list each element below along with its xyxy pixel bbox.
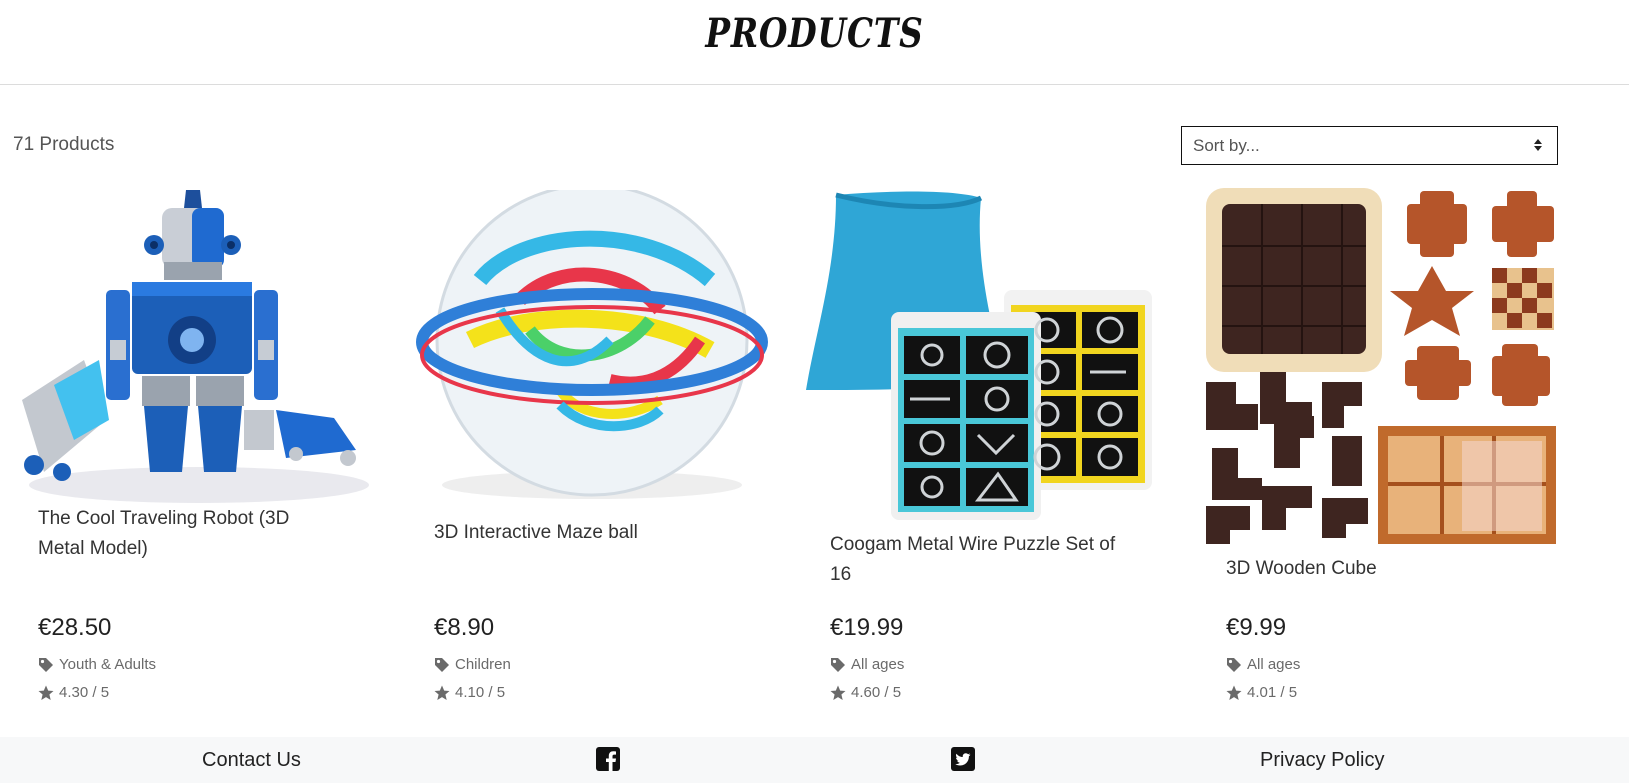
star-icon (38, 685, 54, 700)
product-name[interactable]: 3D Interactive Maze ball (434, 518, 724, 548)
page-header: PRODUCTS (0, 0, 1629, 85)
star-icon (830, 685, 846, 700)
product-name[interactable]: The Cool Traveling Robot (3D Metal Model… (38, 504, 328, 564)
product-age-group: Children (455, 656, 511, 673)
tag-icon (1227, 657, 1241, 672)
star-icon (1226, 685, 1242, 700)
product-age-group: All ages (851, 656, 905, 673)
tag-icon (39, 657, 53, 672)
facebook-icon[interactable] (596, 747, 620, 771)
product-count: 71 Products (13, 134, 115, 155)
sort-select-value: Sort by... (1193, 136, 1260, 155)
maze-ball-image[interactable] (410, 190, 770, 520)
product-category[interactable]: Children (434, 656, 511, 673)
product-name[interactable]: 3D Wooden Cube (1226, 554, 1516, 584)
product-category[interactable]: All ages (830, 656, 904, 673)
product-rating: 4.30 / 5 (38, 684, 109, 701)
product-price: €8.90 (434, 614, 495, 641)
privacy-policy-link[interactable]: Privacy Policy (1260, 749, 1384, 772)
product-card[interactable]: 3D Wooden Cube €9.99 All ages 4.01 / 5 (1202, 188, 1562, 710)
tag-icon (435, 657, 449, 672)
product-rating-value: 4.30 / 5 (59, 684, 110, 701)
product-price: €28.50 (38, 614, 112, 641)
wire-puzzle-image[interactable] (806, 190, 1166, 520)
product-age-group: All ages (1247, 656, 1301, 673)
product-price: €19.99 (830, 614, 904, 641)
product-card[interactable]: Coogam Metal Wire Puzzle Set of 16 €19.9… (806, 190, 1166, 710)
sort-select[interactable]: Sort by... (1181, 126, 1558, 165)
sort-arrows-icon (1534, 139, 1542, 151)
product-name[interactable]: Coogam Metal Wire Puzzle Set of 16 (830, 530, 1120, 590)
tag-icon (831, 657, 845, 672)
footer: Contact Us Privacy Policy (0, 737, 1629, 783)
product-card[interactable]: 3D Interactive Maze ball €8.90 Children … (410, 190, 770, 710)
product-card[interactable]: The Cool Traveling Robot (3D Metal Model… (14, 190, 374, 710)
product-price: €9.99 (1226, 614, 1287, 641)
product-rating: 4.60 / 5 (830, 684, 901, 701)
product-category[interactable]: Youth & Adults (38, 656, 156, 673)
product-rating-value: 4.01 / 5 (1247, 684, 1298, 701)
product-category[interactable]: All ages (1226, 656, 1300, 673)
product-rating-value: 4.10 / 5 (455, 684, 506, 701)
product-rating-value: 4.60 / 5 (851, 684, 902, 701)
wooden-cube-image[interactable] (1202, 186, 1562, 546)
contact-us-link[interactable]: Contact Us (202, 749, 301, 772)
product-rating: 4.01 / 5 (1226, 684, 1297, 701)
page-title: PRODUCTS (705, 10, 924, 57)
robot-model-image[interactable] (14, 190, 374, 520)
product-age-group: Youth & Adults (59, 656, 157, 673)
twitter-icon[interactable] (951, 747, 975, 771)
product-rating: 4.10 / 5 (434, 684, 505, 701)
star-icon (434, 685, 450, 700)
